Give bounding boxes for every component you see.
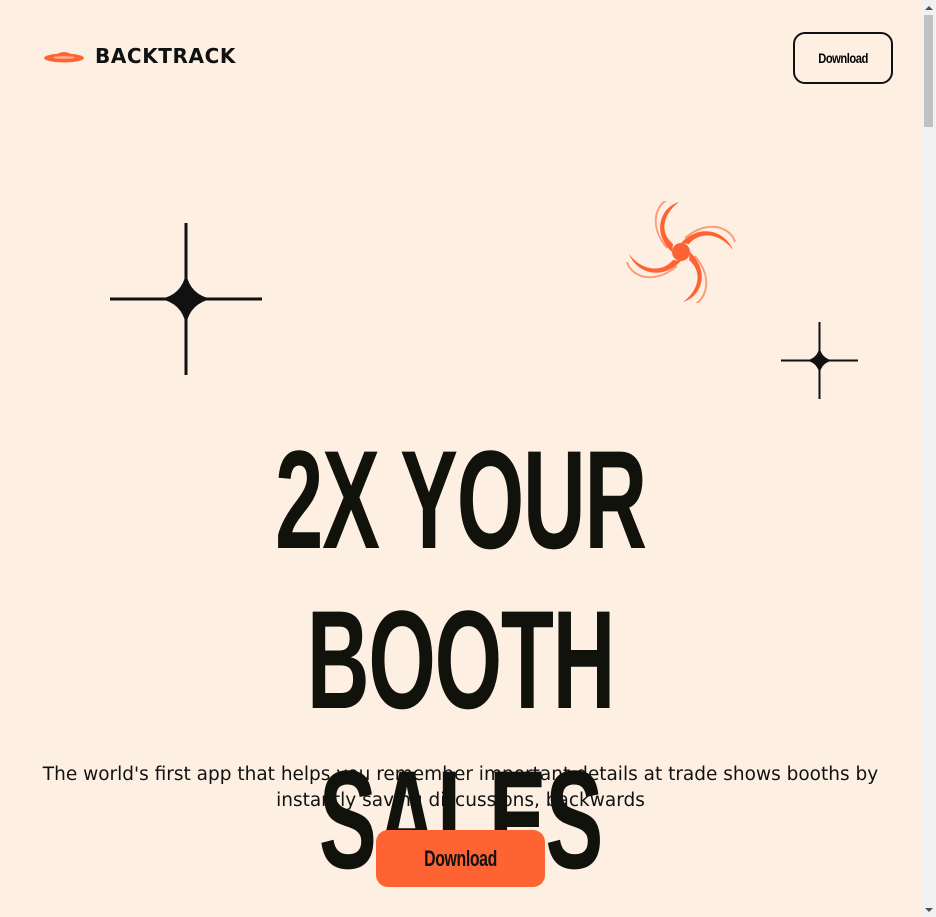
scroll-down-arrow-icon[interactable] [921, 902, 936, 917]
brand-logo[interactable]: BACKTRACK [43, 44, 236, 68]
hero-headline: 2X YOUR BOOTH SALES [0, 420, 921, 900]
swirl-icon [626, 201, 736, 303]
scrollbar-thumb[interactable] [924, 15, 933, 127]
brand-name: BACKTRACK [95, 44, 236, 68]
headline-line-1: 2X YOUR [275, 421, 647, 578]
hero-subtitle: The world's first app that helps you rem… [42, 764, 879, 811]
landing-page: BACKTRACK Download 2X YOUR BOOTH SALES T… [0, 0, 921, 917]
header-download-button[interactable]: Download [793, 32, 893, 84]
scroll-up-arrow-icon[interactable] [921, 0, 936, 15]
ufo-icon [44, 52, 84, 63]
hero-download-button[interactable]: Download [376, 830, 545, 887]
sparkle-icon [110, 223, 262, 375]
vertical-scrollbar[interactable] [921, 0, 936, 917]
sparkle-icon [781, 322, 858, 399]
